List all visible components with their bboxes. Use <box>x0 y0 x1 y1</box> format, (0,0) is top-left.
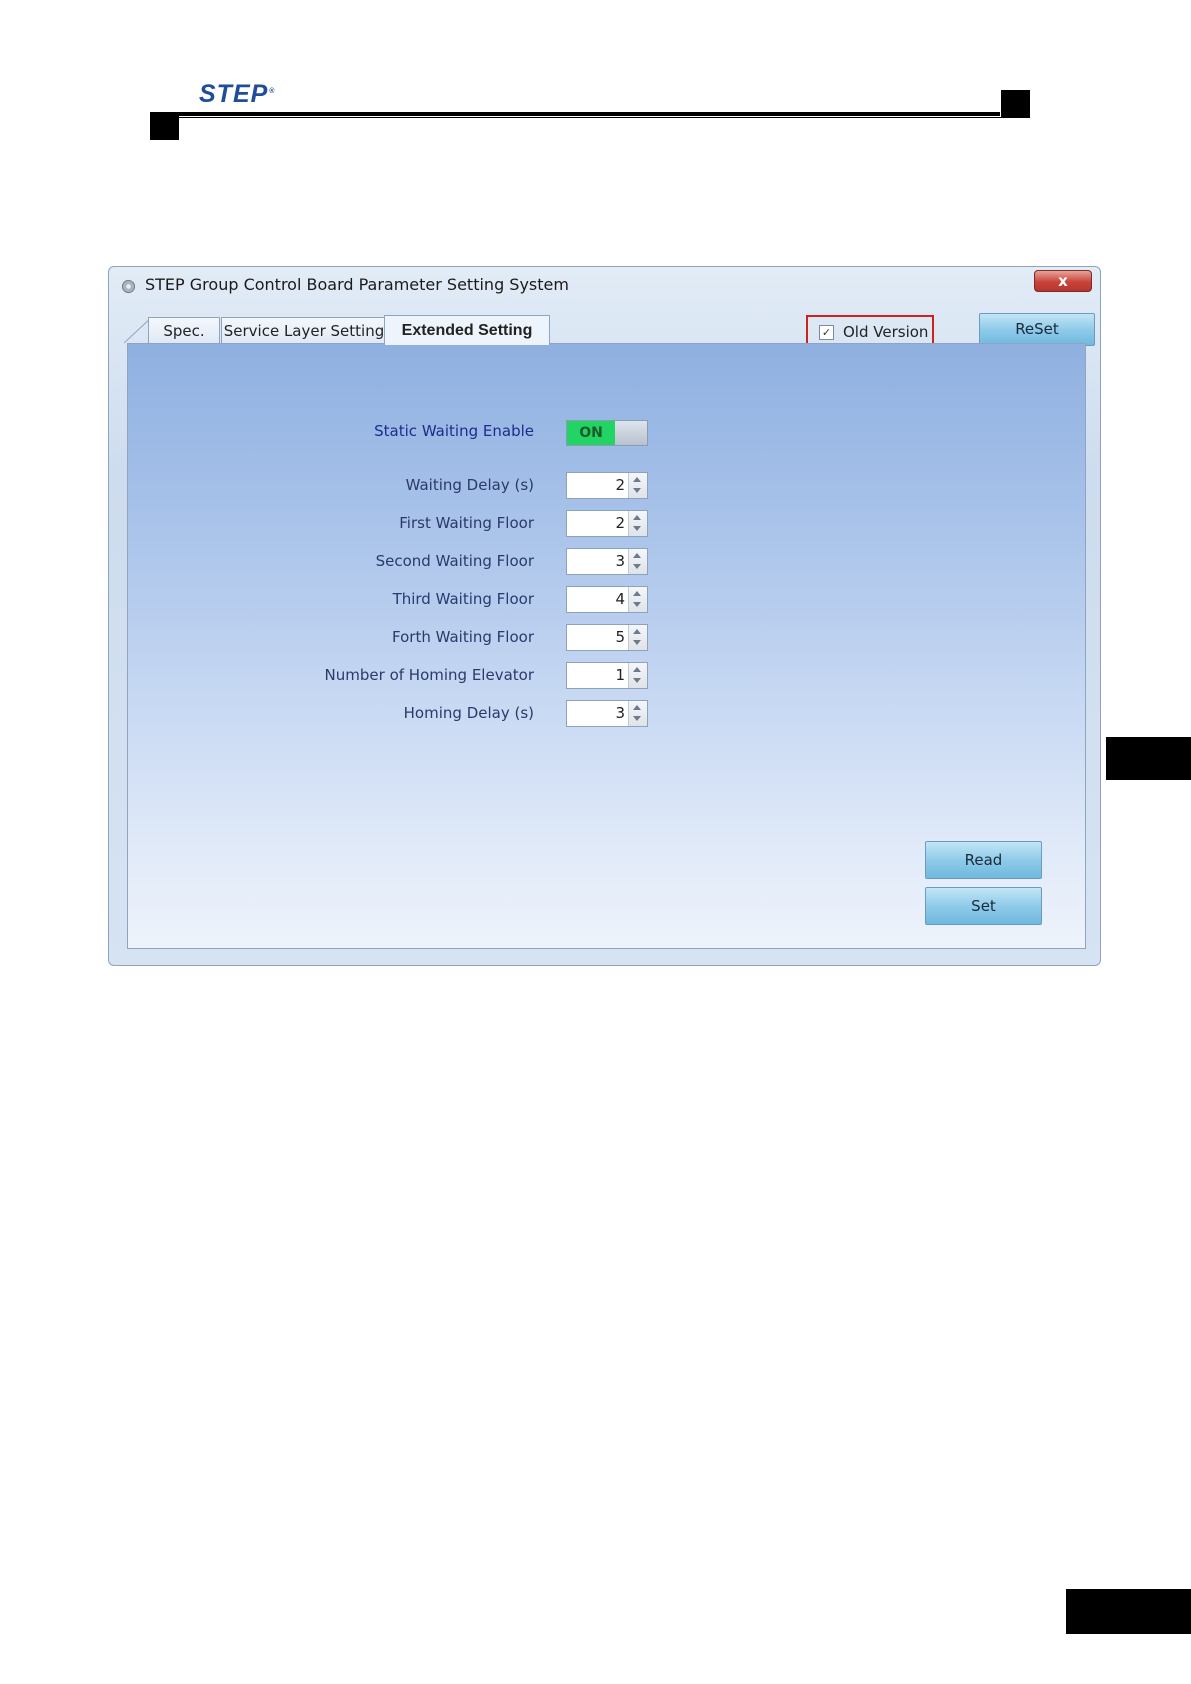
stepper-value[interactable]: 3 <box>615 552 625 570</box>
arrow-up-icon[interactable] <box>633 477 641 482</box>
set-button[interactable]: Set <box>925 887 1042 925</box>
header-rule-thin <box>178 117 1001 118</box>
stepper-arrows[interactable] <box>628 587 647 612</box>
read-button[interactable]: Read <box>925 841 1042 879</box>
arrow-up-icon[interactable] <box>633 629 641 634</box>
field-label: Third Waiting Floor <box>392 590 534 608</box>
stepper-arrows[interactable] <box>628 473 647 498</box>
tab-control: Spec. Service Layer Setting Extended Set… <box>118 305 1095 957</box>
arrow-up-icon[interactable] <box>633 667 641 672</box>
homing-delay-stepper[interactable]: 3 <box>566 700 648 727</box>
tab-extended-setting[interactable]: Extended Setting <box>384 315 550 345</box>
arrow-down-icon[interactable] <box>633 564 641 569</box>
stepper-value[interactable]: 4 <box>615 590 625 608</box>
arrow-down-icon[interactable] <box>633 602 641 607</box>
step-logo: STEP® <box>199 80 276 108</box>
arrow-down-icon[interactable] <box>633 640 641 645</box>
field-label: Second Waiting Floor <box>375 552 534 570</box>
arrow-down-icon[interactable] <box>633 678 641 683</box>
window-title: STEP Group Control Board Parameter Setti… <box>145 275 569 294</box>
stepper-value[interactable]: 2 <box>615 476 625 494</box>
checkbox-checked-icon[interactable]: ✓ <box>819 325 834 340</box>
header-corner-mark <box>1001 90 1030 118</box>
field-label: Waiting Delay (s) <box>405 476 534 494</box>
reset-button[interactable]: ReSet <box>979 313 1095 346</box>
field-label: Forth Waiting Floor <box>392 628 534 646</box>
stepper-value[interactable]: 2 <box>615 514 625 532</box>
page-number-block <box>1066 1589 1191 1634</box>
old-version-label: Old Version <box>843 323 929 341</box>
homing-elevator-count-stepper[interactable]: 1 <box>566 662 648 689</box>
close-button[interactable]: x <box>1034 270 1092 292</box>
second-waiting-floor-stepper[interactable]: 3 <box>566 548 648 575</box>
arrow-up-icon[interactable] <box>633 591 641 596</box>
extended-setting-panel: Static Waiting Enable ON Waiting Delay (… <box>127 343 1086 949</box>
field-label: Homing Delay (s) <box>403 704 534 722</box>
header-corner-mark-left <box>150 112 179 140</box>
field-label: First Waiting Floor <box>399 514 534 532</box>
gear-icon <box>121 279 136 294</box>
stepper-value[interactable]: 5 <box>615 628 625 646</box>
toggle-knob[interactable] <box>615 421 647 445</box>
static-waiting-toggle[interactable]: ON <box>566 420 648 446</box>
first-waiting-floor-stepper[interactable]: 2 <box>566 510 648 537</box>
waiting-delay-stepper[interactable]: 2 <box>566 472 648 499</box>
stepper-arrows[interactable] <box>628 549 647 574</box>
arrow-down-icon[interactable] <box>633 488 641 493</box>
stepper-arrows[interactable] <box>628 663 647 688</box>
stepper-value[interactable]: 1 <box>615 666 625 684</box>
arrow-up-icon[interactable] <box>633 515 641 520</box>
arrow-down-icon[interactable] <box>633 716 641 721</box>
stepper-arrows[interactable] <box>628 511 647 536</box>
header-rule <box>166 112 1000 116</box>
tab-spec[interactable]: Spec. <box>148 317 220 343</box>
forth-waiting-floor-stepper[interactable]: 5 <box>566 624 648 651</box>
side-thumb-tab <box>1106 737 1191 780</box>
arrow-down-icon[interactable] <box>633 526 641 531</box>
stepper-arrows[interactable] <box>628 701 647 726</box>
arrow-up-icon[interactable] <box>633 553 641 558</box>
tab-service-layer-setting[interactable]: Service Layer Setting <box>221 317 387 343</box>
app-window: STEP Group Control Board Parameter Setti… <box>108 266 1101 966</box>
stepper-arrows[interactable] <box>628 625 647 650</box>
arrow-up-icon[interactable] <box>633 705 641 710</box>
toggle-on-indicator: ON <box>567 421 615 445</box>
static-waiting-enable-label: Static Waiting Enable <box>374 422 534 440</box>
third-waiting-floor-stepper[interactable]: 4 <box>566 586 648 613</box>
field-label: Number of Homing Elevator <box>324 666 534 684</box>
stepper-value[interactable]: 3 <box>615 704 625 722</box>
